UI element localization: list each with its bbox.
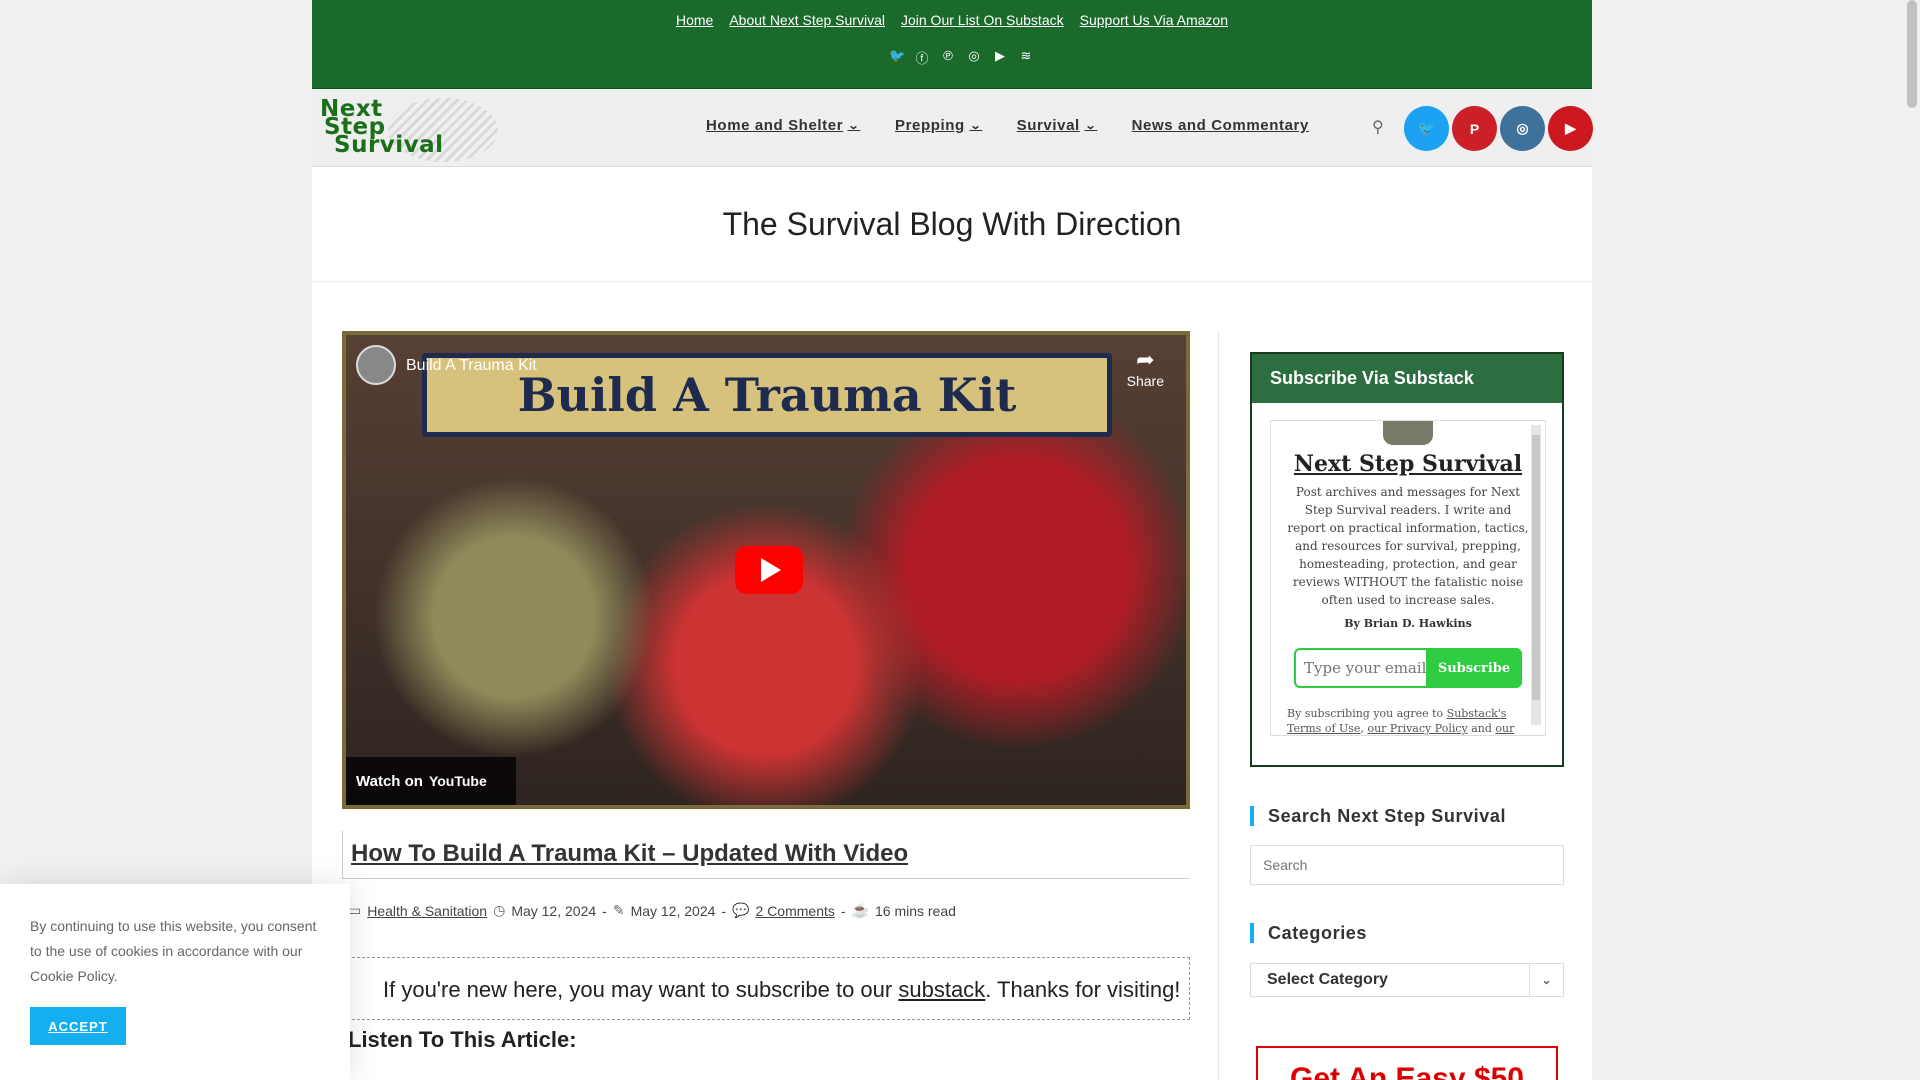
terms-and: and <box>1471 722 1492 735</box>
search-widget-heading: Search Next Step Survival <box>1250 806 1506 826</box>
substack-terms: By subscribing you agree to Substack's T… <box>1271 688 1545 735</box>
substack-description: Post archives and messages for Next Step… <box>1287 485 1529 607</box>
site-header: Next Step Survival Home and Shelter ⌄ Pr… <box>312 89 1593 167</box>
nav-label: Survival <box>1016 117 1080 134</box>
top-nav-substack[interactable]: Join Our List On Substack <box>901 12 1064 28</box>
promo-banner[interactable]: Get An Easy $50 <box>1256 1046 1558 1080</box>
subscribe-button[interactable]: Subscribe <box>1426 648 1522 688</box>
cookie-banner: By continuing to use this website, you c… <box>0 884 350 1080</box>
logo-text: Next Step Survival <box>320 98 444 158</box>
top-nav-about[interactable]: About Next Step Survival <box>729 12 885 28</box>
header-social: 🐦 P ◎ ▶ <box>1404 106 1593 151</box>
notice-suffix: . Thanks for visiting! <box>985 977 1181 1002</box>
post-category[interactable]: Health & Sanitation <box>367 903 487 919</box>
top-social-icons: 🐦 ⓕ ℗ ◎ ▶ ≋ <box>312 48 1592 67</box>
play-button[interactable] <box>735 546 803 594</box>
watch-on-youtube[interactable]: Watch on YouTube <box>346 757 516 805</box>
nav-label: Prepping <box>894 117 965 134</box>
post-title-block: How To Build A Trauma Kit – Updated With… <box>342 831 1190 879</box>
twitter-icon[interactable]: 🐦 <box>889 48 905 67</box>
video-title[interactable]: Build A Trauma Kit <box>406 357 537 375</box>
nav-news-and-commentary[interactable]: News and Commentary <box>1132 117 1309 134</box>
nav-survival[interactable]: Survival ⌄ <box>1016 117 1098 134</box>
meta-separator: - <box>721 902 727 919</box>
category-select[interactable]: Select Category ⌄ <box>1250 963 1564 997</box>
top-nav-amazon[interactable]: Support Us Via Amazon <box>1080 12 1228 28</box>
instagram-circle-icon[interactable]: ◎ <box>1500 106 1545 151</box>
comment-icon: 💬 <box>732 902 750 918</box>
channel-avatar[interactable] <box>356 345 396 385</box>
clock-icon: ◷ <box>493 902 506 918</box>
author-avatar <box>1383 421 1433 445</box>
pinterest-circle-icon[interactable]: P <box>1452 106 1497 151</box>
category-select-value: Select Category <box>1267 971 1388 988</box>
youtube-icon[interactable]: ▶ <box>993 48 1007 67</box>
site-tagline: The Survival Blog With Direction <box>722 205 1182 242</box>
embed-scrollbar[interactable] <box>1531 425 1541 725</box>
youtube-circle-icon[interactable]: ▶ <box>1548 106 1593 151</box>
logo-line-3: Survival <box>334 132 444 158</box>
substack-author: By Brian D. Hawkins <box>1344 617 1472 630</box>
post-title[interactable]: How To Build A Trauma Kit – Updated With… <box>351 840 908 868</box>
share-button[interactable]: ➦ Share <box>1127 347 1164 389</box>
edit-icon: ✎ <box>612 902 625 918</box>
notice-substack-link[interactable]: substack <box>898 977 985 1002</box>
chevron-down-icon: ⌄ <box>1084 120 1098 132</box>
page-scrollbar-thumb[interactable] <box>1907 0 1917 108</box>
site-logo[interactable]: Next Step Survival <box>318 98 498 162</box>
substack-form: Subscribe <box>1294 648 1522 688</box>
embed-scrollbar-thumb[interactable] <box>1532 435 1540 700</box>
terms-prefix: By subscribing you agree to <box>1287 707 1447 720</box>
site-container: Home About Next Step Survival Join Our L… <box>312 0 1593 1080</box>
cookie-text: By continuing to use this website, you c… <box>30 918 317 984</box>
chevron-down-icon: ⌄ <box>1529 964 1563 996</box>
post-meta: ▭ Health & Sanitation ◷ May 12, 2024 - ✎… <box>348 902 956 919</box>
twitter-circle-icon[interactable]: 🐦 <box>1404 106 1449 151</box>
substack-widget: Subscribe Via Substack Next Step Surviva… <box>1250 352 1564 767</box>
share-icon: ➦ <box>1136 347 1155 372</box>
top-nav-home[interactable]: Home <box>676 12 713 28</box>
content-divider <box>1218 331 1219 1080</box>
post-updated: May 12, 2024 <box>630 902 716 919</box>
chevron-down-icon: ⌄ <box>847 120 861 132</box>
meta-separator: - <box>840 902 846 919</box>
meta-separator: - <box>602 902 607 919</box>
post-read-time: 16 mins read <box>874 902 956 919</box>
rss-icon[interactable]: ≋ <box>1019 48 1033 67</box>
notice-prefix: If you're new here, you may want to subs… <box>383 977 899 1002</box>
youtube-embed[interactable]: Build A Trauma Kit Build A Trauma Kit ➦ … <box>342 331 1190 809</box>
categories-heading: Categories <box>1250 923 1367 943</box>
accept-cookies-button[interactable]: ACCEPT <box>30 1007 126 1045</box>
nav-prepping[interactable]: Prepping ⌄ <box>895 117 981 134</box>
pinterest-icon[interactable]: ℗ <box>941 48 955 67</box>
tagline-band: The Survival Blog With Direction <box>312 167 1592 282</box>
privacy-link[interactable]: our Privacy Policy <box>1367 722 1467 735</box>
page-scrollbar[interactable] <box>1904 0 1920 1080</box>
top-nav: Home About Next Step Survival Join Our L… <box>312 0 1592 28</box>
main-nav: Home and Shelter ⌄ Prepping ⌄ Survival ⌄… <box>706 117 1309 134</box>
substack-widget-heading: Subscribe Via Substack <box>1252 354 1562 403</box>
share-label: Share <box>1126 373 1164 389</box>
chevron-down-icon: ⌄ <box>969 120 983 132</box>
facebook-icon[interactable]: ⓕ <box>915 48 929 67</box>
instagram-icon[interactable]: ◎ <box>967 48 981 67</box>
post-published: May 12, 2024 <box>511 902 597 919</box>
subscribe-notice: If you're new here, you may want to subs… <box>342 957 1190 1020</box>
top-bar: Home About Next Step Survival Join Our L… <box>312 0 1592 89</box>
post-comments[interactable]: 2 Comments <box>756 903 835 919</box>
email-input[interactable] <box>1294 648 1426 688</box>
substack-title[interactable]: Next Step Survival <box>1271 451 1545 477</box>
watch-on-label: Watch on <box>356 772 423 790</box>
youtube-logo: YouTube <box>428 773 487 789</box>
nav-home-and-shelter[interactable]: Home and Shelter ⌄ <box>706 117 861 134</box>
sidebar-search-input[interactable] <box>1250 845 1564 885</box>
coffee-icon: ☕ <box>851 902 869 918</box>
listen-heading: Listen To This Article: <box>348 1027 577 1052</box>
search-icon[interactable]: ⚲ <box>1372 117 1384 137</box>
nav-label: News and Commentary <box>1131 117 1309 134</box>
nav-label: Home and Shelter <box>706 117 844 134</box>
substack-embed: Next Step Survival Post archives and mes… <box>1270 420 1546 736</box>
